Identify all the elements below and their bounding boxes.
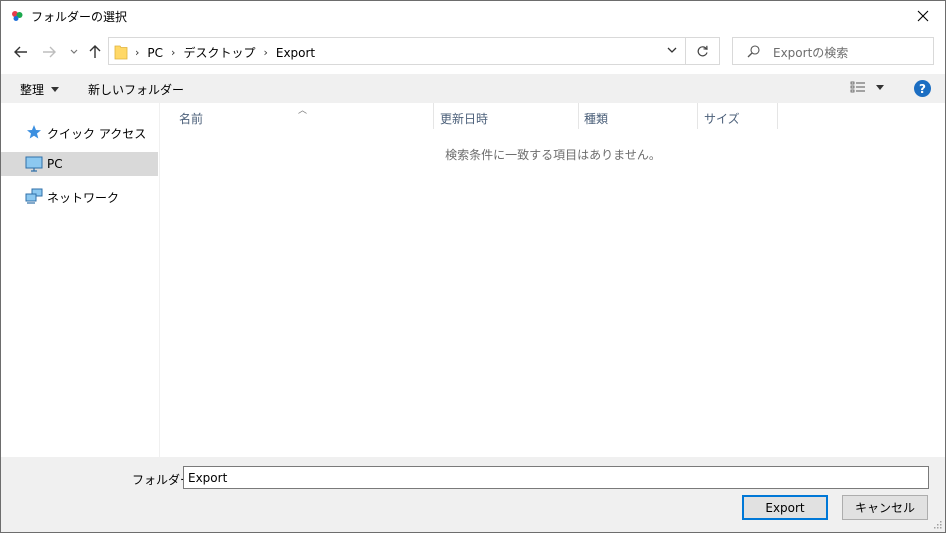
title-bar: フォルダーの選択 bbox=[1, 1, 945, 31]
sidebar-item-quick-access[interactable]: クイック アクセス bbox=[1, 120, 158, 144]
sidebar-item-label: ネットワーク bbox=[47, 191, 120, 205]
chevron-down-icon bbox=[70, 49, 78, 54]
close-icon bbox=[917, 10, 929, 22]
sidebar-item-label: クイック アクセス bbox=[47, 127, 147, 141]
window-title: フォルダーの選択 bbox=[31, 10, 128, 24]
refresh-button[interactable] bbox=[686, 37, 720, 65]
sort-ascending-icon: ︿ bbox=[298, 106, 308, 116]
resize-grip-icon[interactable] bbox=[932, 519, 942, 529]
column-header-name[interactable]: 名前 ︿ bbox=[161, 103, 434, 129]
breadcrumb: › PC › デスクトップ › Export bbox=[135, 44, 315, 61]
recent-locations-button[interactable] bbox=[65, 43, 83, 61]
close-button[interactable] bbox=[901, 1, 945, 31]
arrow-up-icon bbox=[89, 45, 101, 58]
up-button[interactable] bbox=[86, 43, 104, 61]
quick-access-star-icon bbox=[27, 125, 41, 139]
cancel-button[interactable]: キャンセル bbox=[842, 495, 928, 520]
search-box[interactable]: Exportの検索 bbox=[732, 37, 934, 65]
new-folder-label: 新しいフォルダー bbox=[88, 83, 185, 97]
new-folder-button[interactable]: 新しいフォルダー bbox=[88, 81, 184, 98]
navigation-pane: クイック アクセス PC ネットワーク bbox=[1, 103, 160, 457]
sidebar-item-label: PC bbox=[47, 157, 63, 171]
folder-name-input[interactable] bbox=[183, 466, 929, 489]
folder-icon bbox=[114, 45, 128, 60]
breadcrumb-item-desktop[interactable]: デスクトップ bbox=[183, 44, 255, 61]
column-header-size[interactable]: サイズ bbox=[698, 103, 778, 129]
chevron-right-icon: › bbox=[135, 46, 140, 59]
address-bar[interactable]: › PC › デスクトップ › Export bbox=[108, 37, 686, 65]
column-label: 名前 bbox=[179, 112, 204, 126]
column-label: 種類 bbox=[584, 112, 609, 126]
column-header-date-modified[interactable]: 更新日時 bbox=[434, 103, 579, 129]
organize-button[interactable]: 整理 bbox=[20, 81, 60, 98]
search-icon bbox=[747, 45, 760, 58]
chevron-right-icon: › bbox=[263, 46, 268, 59]
file-list: 名前 ︿ 更新日時 種類 サイズ 検索条件に一致する項目はありません。 bbox=[161, 103, 945, 457]
back-button[interactable] bbox=[12, 43, 30, 61]
caret-down-icon bbox=[876, 84, 884, 90]
breadcrumb-item-pc[interactable]: PC bbox=[147, 46, 163, 60]
chevron-right-icon: › bbox=[171, 46, 176, 59]
breadcrumb-item-export[interactable]: Export bbox=[276, 46, 315, 60]
pc-monitor-icon bbox=[25, 156, 43, 172]
arrow-left-icon bbox=[14, 46, 27, 58]
sidebar-item-pc[interactable]: PC bbox=[1, 152, 158, 176]
app-icon bbox=[12, 11, 23, 21]
forward-button[interactable] bbox=[40, 43, 58, 61]
search-placeholder: Exportの検索 bbox=[773, 46, 849, 60]
arrow-right-icon bbox=[43, 46, 56, 58]
list-view-icon bbox=[850, 81, 865, 93]
column-label: サイズ bbox=[704, 112, 740, 126]
refresh-icon bbox=[697, 45, 708, 56]
help-button[interactable]: ? bbox=[914, 80, 931, 97]
view-options-button[interactable] bbox=[850, 81, 884, 93]
folder-picker-dialog: フォルダーの選択 › PC › デスクトップ › Export Exportの検… bbox=[0, 0, 946, 533]
organize-label: 整理 bbox=[20, 83, 45, 97]
column-header-type[interactable]: 種類 bbox=[579, 103, 698, 129]
export-button-label: Export bbox=[765, 500, 805, 515]
column-label: 更新日時 bbox=[440, 112, 489, 126]
sidebar-item-network[interactable]: ネットワーク bbox=[1, 184, 158, 208]
export-button[interactable]: Export bbox=[742, 495, 828, 520]
command-bar: 整理 新しいフォルダー ? bbox=[1, 74, 945, 103]
empty-state-message: 検索条件に一致する項目はありません。 bbox=[445, 148, 661, 162]
network-icon bbox=[25, 188, 43, 204]
address-dropdown-icon[interactable] bbox=[667, 46, 677, 54]
footer-pane: フォルダー: Export キャンセル bbox=[1, 457, 945, 532]
caret-down-icon bbox=[51, 87, 60, 92]
cancel-button-label: キャンセル bbox=[854, 501, 915, 515]
navigation-bar: › PC › デスクトップ › Export Exportの検索 bbox=[1, 37, 945, 67]
